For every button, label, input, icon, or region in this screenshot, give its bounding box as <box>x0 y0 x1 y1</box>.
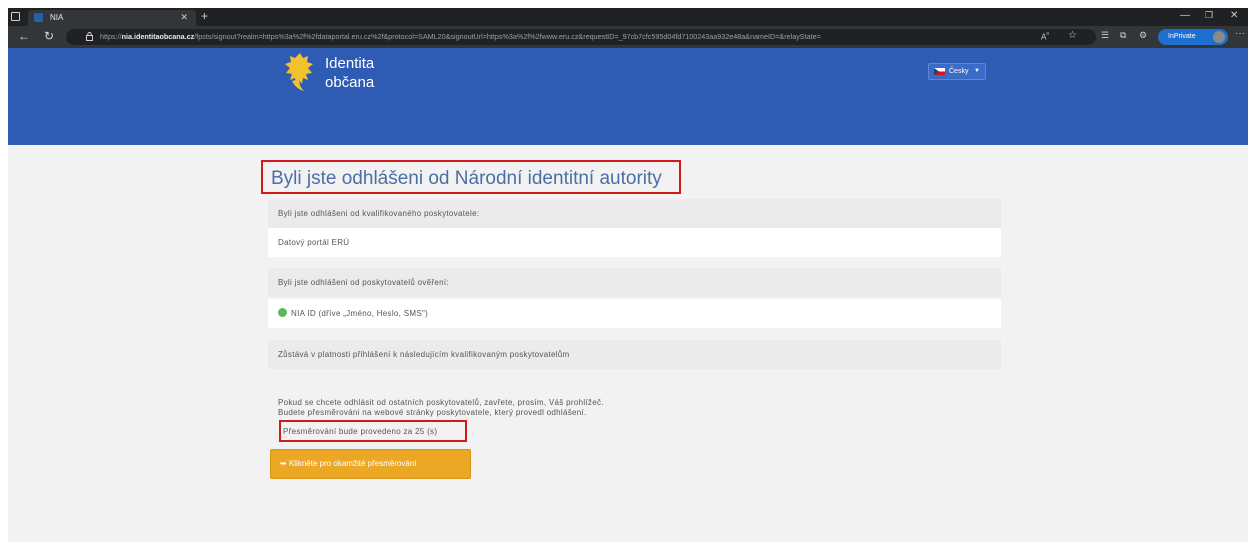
sign-in-arrow-icon: ➥ <box>280 459 289 468</box>
url-scheme: https:// <box>100 32 122 41</box>
reload-icon[interactable]: ↻ <box>44 29 54 43</box>
url-field[interactable]: https://nia.identitaobcana.cz/fpsts/sign… <box>66 29 1096 45</box>
title-bar: NIA ✕ + — ❐ ✕ <box>8 8 1248 26</box>
close-tab-icon[interactable]: ✕ <box>180 12 188 23</box>
window-menu-icon[interactable] <box>11 12 20 21</box>
language-label: Česky <box>949 68 969 75</box>
redirect-now-button[interactable]: ➥ Klikněte pro okamžité přesměrování <box>270 449 471 479</box>
browser-tab[interactable]: NIA ✕ <box>28 10 196 26</box>
restore-icon[interactable]: ❐ <box>1205 10 1213 21</box>
new-tab-icon[interactable]: + <box>201 9 208 23</box>
auth-provider-row: NIA ID (dříve „Jméno, Heslo, SMS") <box>268 299 1001 328</box>
auth-provider-name: NIA ID (dříve „Jméno, Heslo, SMS") <box>291 309 429 318</box>
more-menu-icon[interactable]: ··· <box>1235 28 1245 39</box>
inprivate-badge[interactable]: InPrivate <box>1158 29 1228 45</box>
redirect-countdown: Přesměrování bude provedeno za 25 (s) <box>283 427 438 436</box>
close-window-icon[interactable]: ✕ <box>1230 10 1238 21</box>
auth-provider-label: Byli jste odhlášeni od poskytovatelů ově… <box>268 268 1001 297</box>
favorite-star-icon[interactable]: ☆ <box>1068 30 1077 41</box>
inprivate-label: InPrivate <box>1168 33 1196 40</box>
redirect-countdown-box: Přesměrování bude provedeno za 25 (s) <box>279 420 467 442</box>
minimize-icon[interactable]: — <box>1180 10 1190 21</box>
address-bar: ← ↻ https://nia.identitaobcana.cz/fpsts/… <box>8 26 1248 48</box>
browser-window: NIA ✕ + — ❐ ✕ ← ↻ https://nia.identitaob… <box>8 8 1248 542</box>
read-aloud-icon[interactable]: Aᵃ <box>1041 31 1049 42</box>
collections-icon[interactable]: ⧉ <box>1120 30 1126 41</box>
lion-logo-icon[interactable] <box>282 51 318 93</box>
favicon-icon <box>34 13 43 22</box>
remaining-sessions-label: Zůstává v platnosti přihlášení k následu… <box>268 340 1001 369</box>
info-text-line1: Pokud se chcete odhlásit od ostatních po… <box>278 398 604 407</box>
site-header <box>8 48 1248 145</box>
check-icon <box>278 308 287 317</box>
language-dropdown[interactable]: Česky ▼ <box>928 63 986 80</box>
redirect-button-label: Klikněte pro okamžité přesměrování <box>288 459 417 468</box>
extensions-icon[interactable]: ⚙ <box>1139 30 1147 41</box>
page-title-box: Byli jste odhlášeni od Národní identitní… <box>261 160 681 194</box>
avatar <box>1213 31 1225 43</box>
logo-title-line1: Identita <box>325 55 375 72</box>
page-title: Byli jste odhlášeni od Národní identitní… <box>271 168 662 189</box>
back-icon[interactable]: ← <box>18 29 30 43</box>
qualified-provider-name: Datový portál ERÚ <box>268 228 1001 257</box>
czech-flag-icon <box>934 68 945 75</box>
url-domain: nia.identitaobcana.cz <box>121 32 195 41</box>
url-path: /fpsts/signout?realm=https%3a%2f%2fdatap… <box>194 32 821 41</box>
favorites-icon[interactable]: ☰ <box>1101 30 1109 41</box>
info-text-line2: Budete přesměrováni na webové stránky po… <box>278 408 587 417</box>
url-text: https://nia.identitaobcana.cz/fpsts/sign… <box>100 32 1030 41</box>
lock-icon[interactable] <box>86 32 93 41</box>
qualified-provider-label: Byli jste odhlášeni od kvalifikovaného p… <box>268 199 1001 228</box>
logo-title-line2: občana <box>325 74 375 91</box>
caret-down-icon: ▼ <box>974 68 980 74</box>
tab-title: NIA <box>50 13 64 22</box>
